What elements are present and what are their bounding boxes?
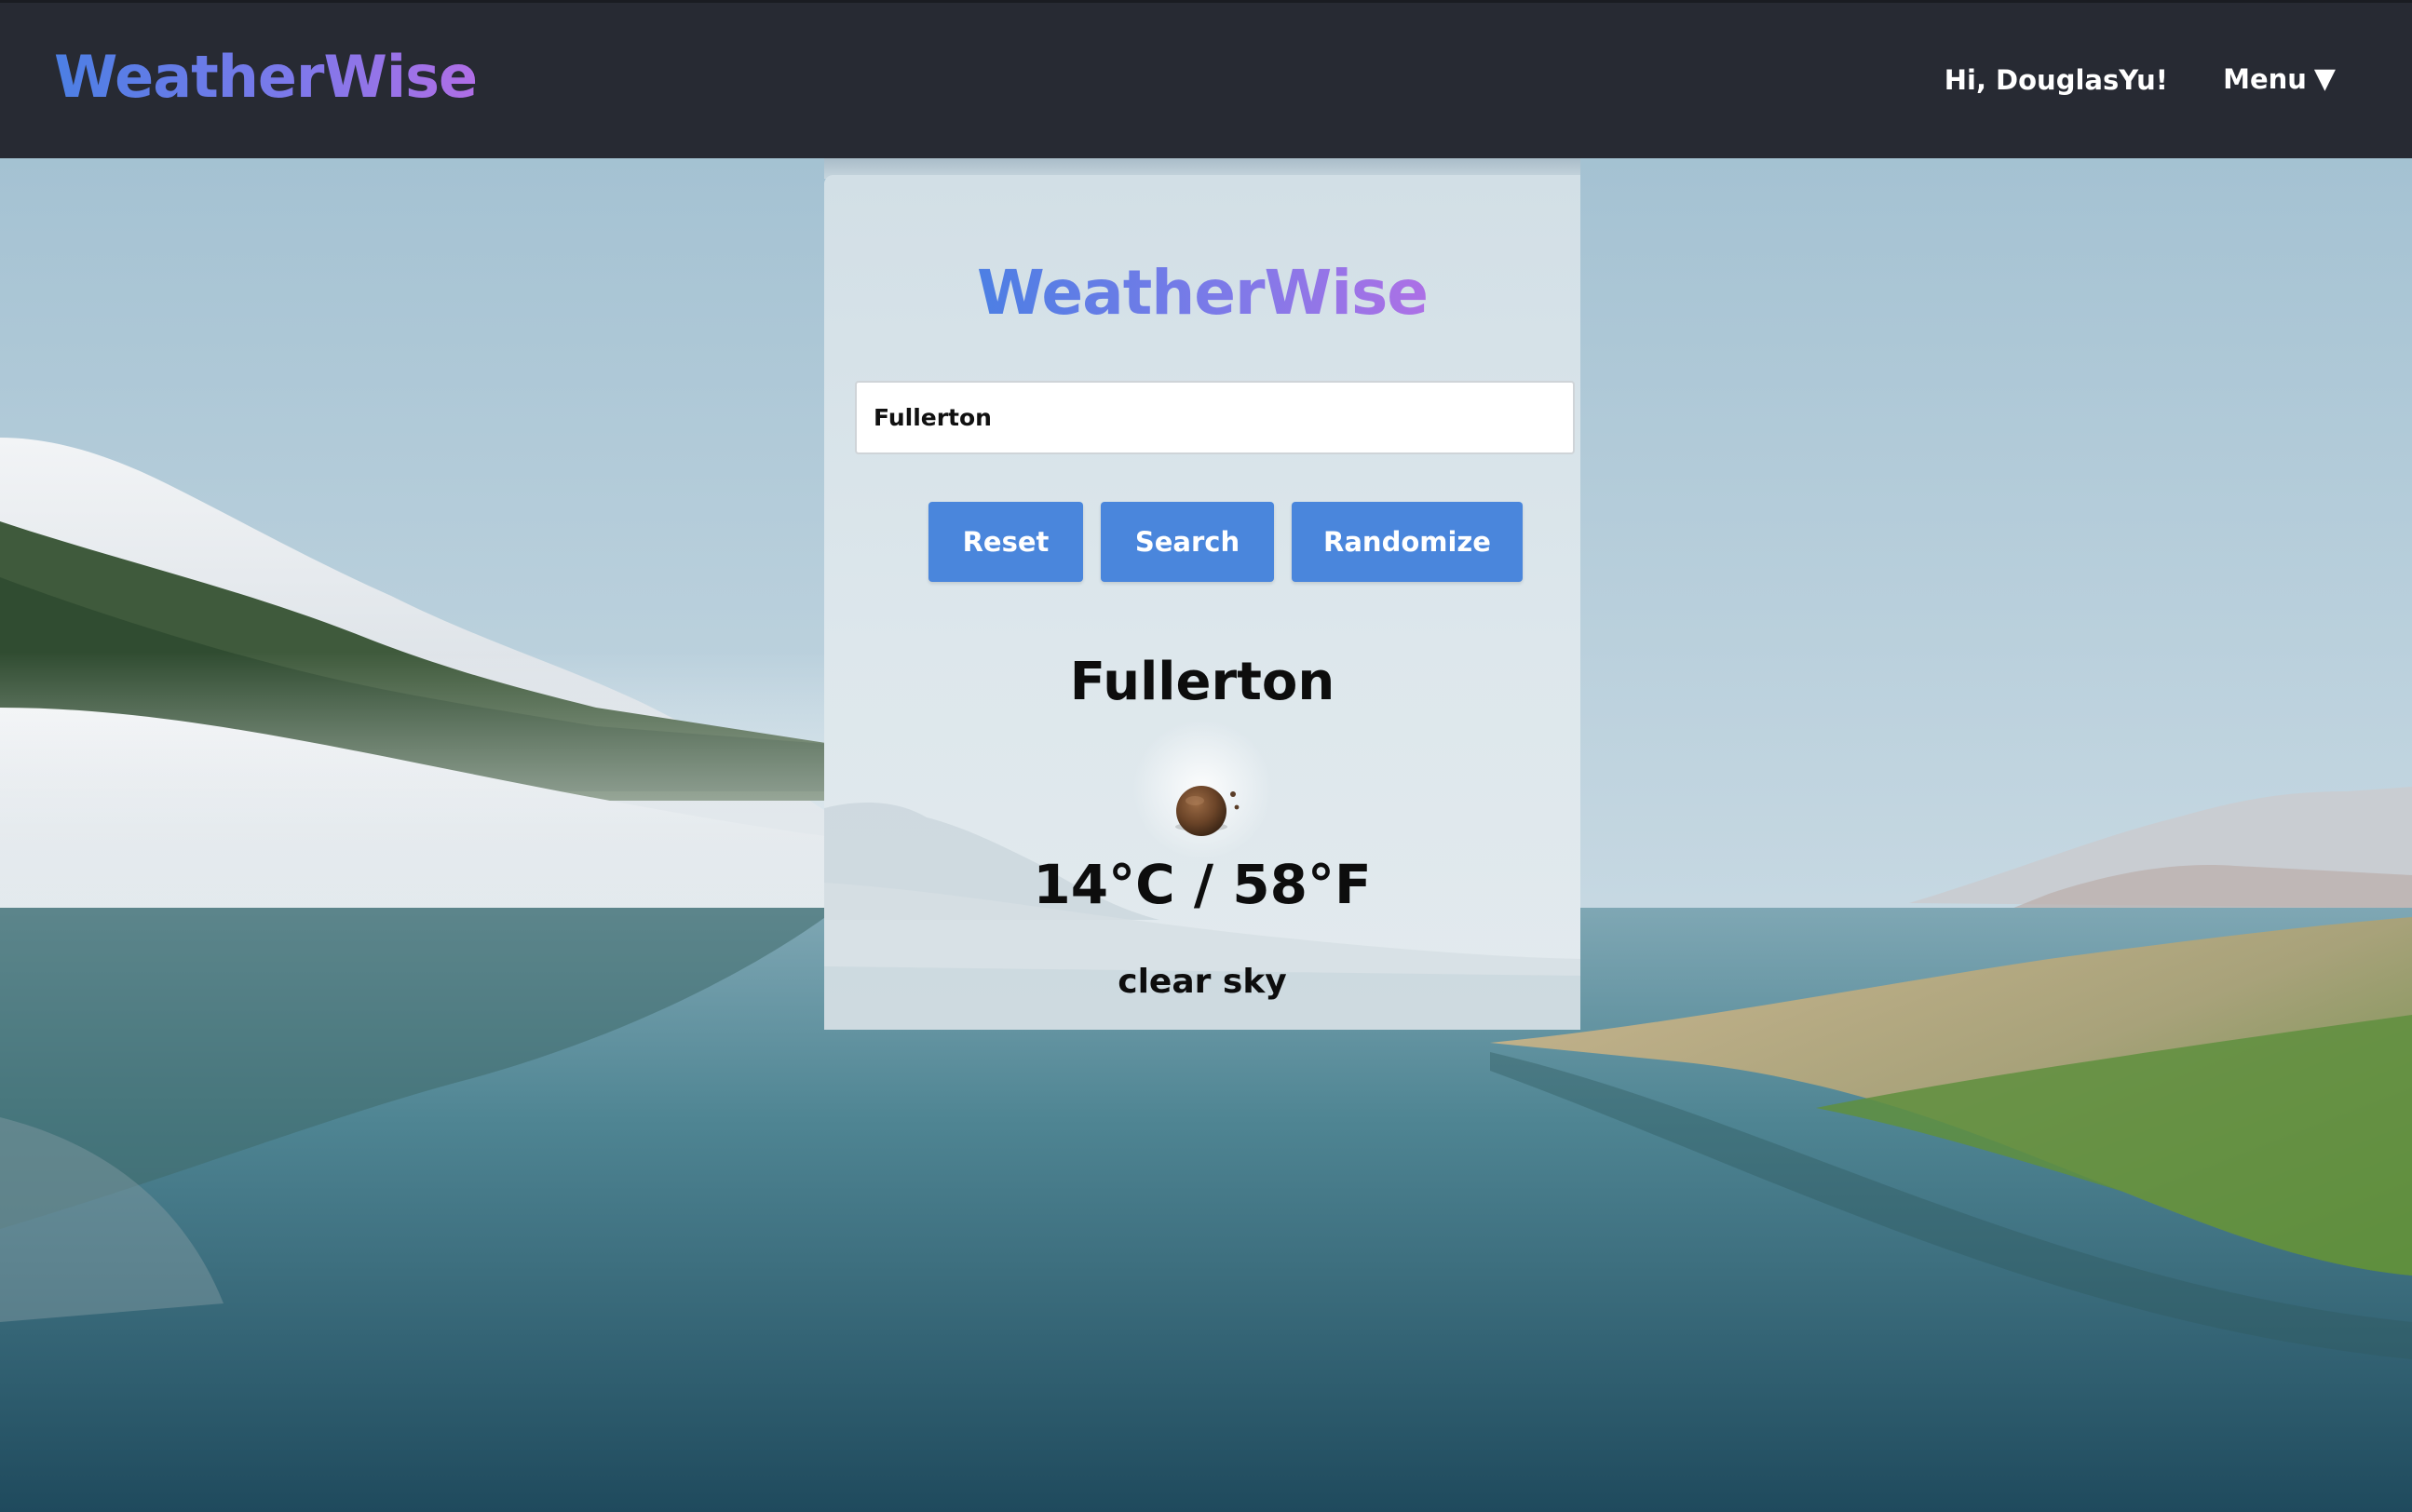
user-greeting: Hi, DouglasYu! [1944, 64, 2168, 96]
clear-night-moon-icon [1175, 786, 1240, 836]
search-button[interactable]: Search [1101, 502, 1274, 582]
menu-button[interactable]: Menu ▼ [2223, 62, 2336, 95]
card-logo-text: WeatherWise [976, 257, 1429, 329]
weather-description: clear sky [1118, 963, 1287, 1001]
brand-logo[interactable]: WeatherWise [54, 40, 478, 115]
card-logo: WeatherWise [824, 253, 1580, 333]
top-navigation-bar: WeatherWise Hi, DouglasYu! Menu ▼ [0, 0, 2412, 158]
menu-label: Menu [2223, 62, 2307, 95]
temperature-readout: 14°C / 58°F [1033, 853, 1372, 916]
weather-card: WeatherWise Reset Search Randomize Fulle… [824, 175, 1580, 1030]
randomize-button[interactable]: Randomize [1292, 502, 1523, 582]
weather-city-name: Fullerton [1069, 652, 1335, 712]
reset-button[interactable]: Reset [928, 502, 1083, 582]
city-search-input[interactable] [855, 381, 1575, 454]
caret-down-icon: ▼ [2313, 62, 2336, 95]
